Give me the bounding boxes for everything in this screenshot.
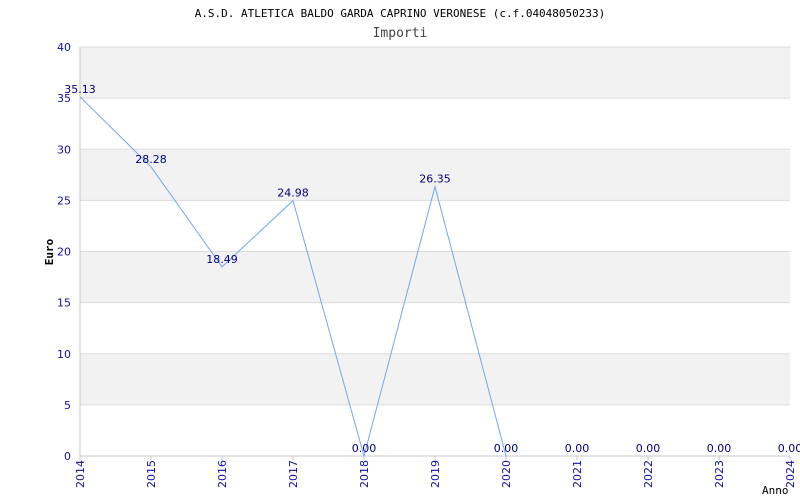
data-label: 0.00	[494, 442, 519, 455]
y-tick-label: 15	[57, 297, 71, 310]
data-label: 35.13	[64, 83, 96, 96]
y-tick-label: 10	[57, 348, 71, 361]
x-tick-labels: 2014 2015 2016 2017 2018 2019 2020 2021 2022 2023…	[74, 456, 797, 488]
data-label: 0.00	[778, 442, 800, 455]
x-tick-label: 2021	[571, 460, 584, 488]
grid-band	[80, 200, 790, 252]
data-label: 0.00	[707, 442, 732, 455]
x-tick-label: 2016	[216, 460, 229, 488]
x-tick-label: 2020	[500, 460, 513, 488]
x-tick-label: 2019	[429, 460, 442, 488]
data-label: 26.35	[419, 173, 451, 186]
y-axis-label: Euro	[43, 238, 56, 265]
data-label: 0.00	[636, 442, 661, 455]
chart-title: A.S.D. ATLETICA BALDO GARDA CAPRINO VERO…	[195, 7, 606, 20]
data-label: 0.00	[352, 442, 377, 455]
y-tick-labels: 0510152025303540	[57, 41, 71, 463]
y-tick-label: 30	[57, 143, 71, 156]
grid-band	[80, 47, 790, 99]
y-tick-label: 5	[64, 399, 71, 412]
y-tick-label: 40	[57, 41, 71, 54]
grid-band	[80, 404, 790, 456]
x-tick-label: 2022	[642, 460, 655, 488]
line-chart: 0510152025303540 2014 2015 2016 2017 2018 201…	[43, 7, 800, 497]
grid-band	[80, 98, 790, 150]
grid-band	[80, 302, 790, 354]
x-tick-label: 2017	[287, 460, 300, 488]
data-label: 18.49	[206, 253, 238, 266]
x-tick-label: 2015	[145, 460, 158, 488]
grid-band	[80, 251, 790, 303]
chart-subtitle: Importi	[373, 26, 428, 41]
x-tick-label: 2014	[74, 460, 87, 488]
grid-band	[80, 353, 790, 405]
y-tick-label: 0	[64, 450, 71, 463]
x-axis-label: Anno	[762, 484, 789, 497]
x-tick-label: 2023	[713, 460, 726, 488]
data-label: 24.98	[277, 187, 309, 200]
y-tick-label: 25	[57, 194, 71, 207]
y-tick-label: 20	[57, 246, 71, 259]
data-label: 28.28	[135, 153, 167, 166]
x-tick-label: 2018	[358, 460, 371, 488]
data-label: 0.00	[565, 442, 590, 455]
